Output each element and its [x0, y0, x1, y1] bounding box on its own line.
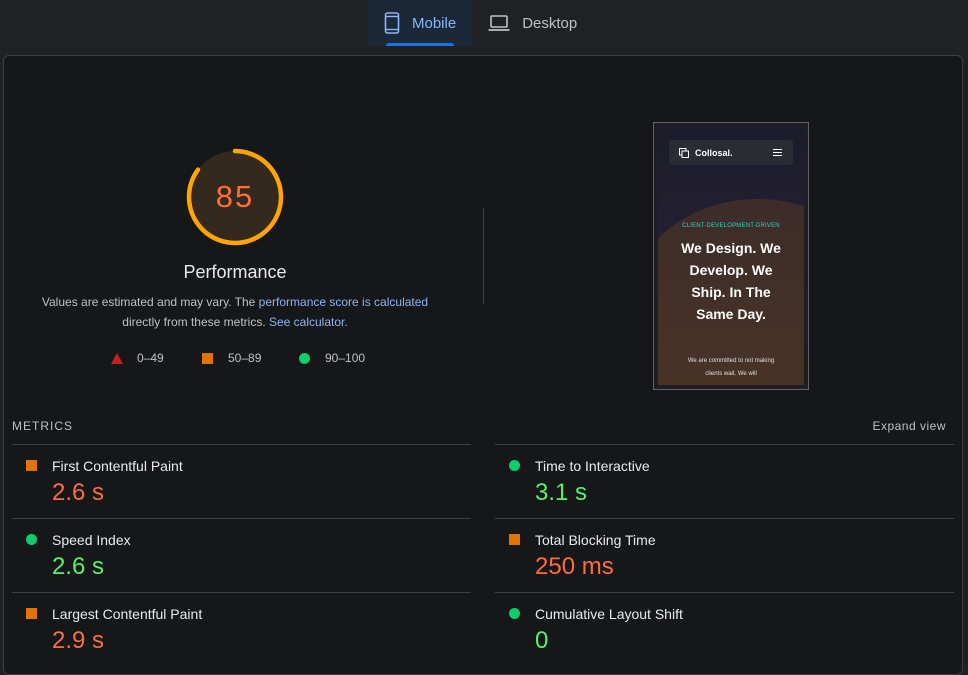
desc-mid: directly from these metrics. [122, 315, 269, 329]
screenshot-navbar: Collosal. [669, 140, 793, 165]
metric-label: Cumulative Layout Shift [535, 606, 683, 622]
square-icon [26, 460, 37, 471]
metric-cumulative-layout-shift: Cumulative Layout Shift 0 [495, 592, 954, 666]
metric-value: 2.6 s [52, 479, 105, 506]
metric-label: Total Blocking Time [535, 532, 656, 548]
legend-pass-label: 90–100 [325, 351, 366, 365]
circle-icon [509, 460, 520, 471]
metric-value: 0 [535, 627, 549, 654]
expand-view-toggle[interactable]: Expand view [872, 419, 946, 433]
metric-label: Largest Contentful Paint [52, 606, 203, 622]
metric-value: 2.6 s [52, 553, 105, 580]
metric-value: 250 ms [535, 553, 614, 580]
desc-prefix: Values are estimated and may vary. The [41, 295, 259, 309]
square-icon [202, 352, 213, 364]
screenshot-content: Collosal. CLIENT-DEVELOPMENT-DRIVEN We D… [658, 127, 804, 385]
metric-total-blocking-time: Total Blocking Time 250 ms [495, 518, 954, 592]
metric-value: 2.9 s [52, 627, 105, 654]
see-calculator-link[interactable]: See calculator. [269, 315, 348, 329]
vertical-divider [483, 208, 484, 304]
triangle-icon [111, 352, 123, 364]
screenshot-headline: We Design. We Develop. We Ship. In The S… [681, 240, 781, 322]
square-icon [509, 534, 520, 545]
metric-largest-contentful-paint: Largest Contentful Paint 2.9 s [12, 592, 471, 666]
screenshot-body: We are committed to not making clients w… [687, 358, 775, 377]
legend-fail: 0–49 [111, 351, 164, 365]
metric-first-contentful-paint: First Contentful Paint 2.6 s [12, 444, 471, 518]
screenshot-tagline: CLIENT-DEVELOPMENT-DRIVEN [682, 223, 780, 229]
tab-desktop-label: Desktop [522, 14, 578, 32]
performance-title: Performance [183, 262, 287, 282]
metrics-header: METRICS [12, 419, 73, 433]
performance-description: Values are estimated and may vary. The p… [30, 292, 440, 332]
legend-average: 50–89 [202, 351, 261, 365]
laptop-icon [488, 15, 510, 31]
screenshot-brand: Collosal. [695, 148, 733, 158]
device-tabs: Mobile Desktop [368, 0, 593, 46]
circle-icon [299, 352, 310, 364]
legend-fail-label: 0–49 [137, 351, 164, 365]
legend-pass: 90–100 [299, 351, 365, 365]
final-screenshot[interactable]: Collosal. CLIENT-DEVELOPMENT-DRIVEN We D… [653, 122, 809, 390]
tab-mobile-label: Mobile [412, 14, 457, 32]
tab-mobile[interactable]: Mobile [368, 0, 473, 46]
tab-desktop[interactable]: Desktop [472, 0, 593, 46]
metric-time-to-interactive: Time to Interactive 3.1 s [495, 444, 954, 518]
metric-label: Time to Interactive [535, 458, 650, 474]
performance-score: 85 [215, 179, 255, 214]
circle-icon [26, 534, 37, 545]
score-calculation-link[interactable]: performance score is calculated [259, 295, 428, 309]
copy-logo-icon [679, 148, 689, 158]
hamburger-menu-icon [773, 149, 782, 156]
circle-icon [509, 608, 520, 619]
metric-value: 3.1 s [535, 479, 588, 506]
metric-label: First Contentful Paint [52, 458, 183, 474]
smartphone-icon [384, 12, 400, 34]
performance-gauge: 85 [186, 148, 284, 246]
legend-average-label: 50–89 [228, 351, 262, 365]
metric-label: Speed Index [52, 532, 131, 548]
square-icon [26, 608, 37, 619]
metric-speed-index: Speed Index 2.6 s [12, 518, 471, 592]
